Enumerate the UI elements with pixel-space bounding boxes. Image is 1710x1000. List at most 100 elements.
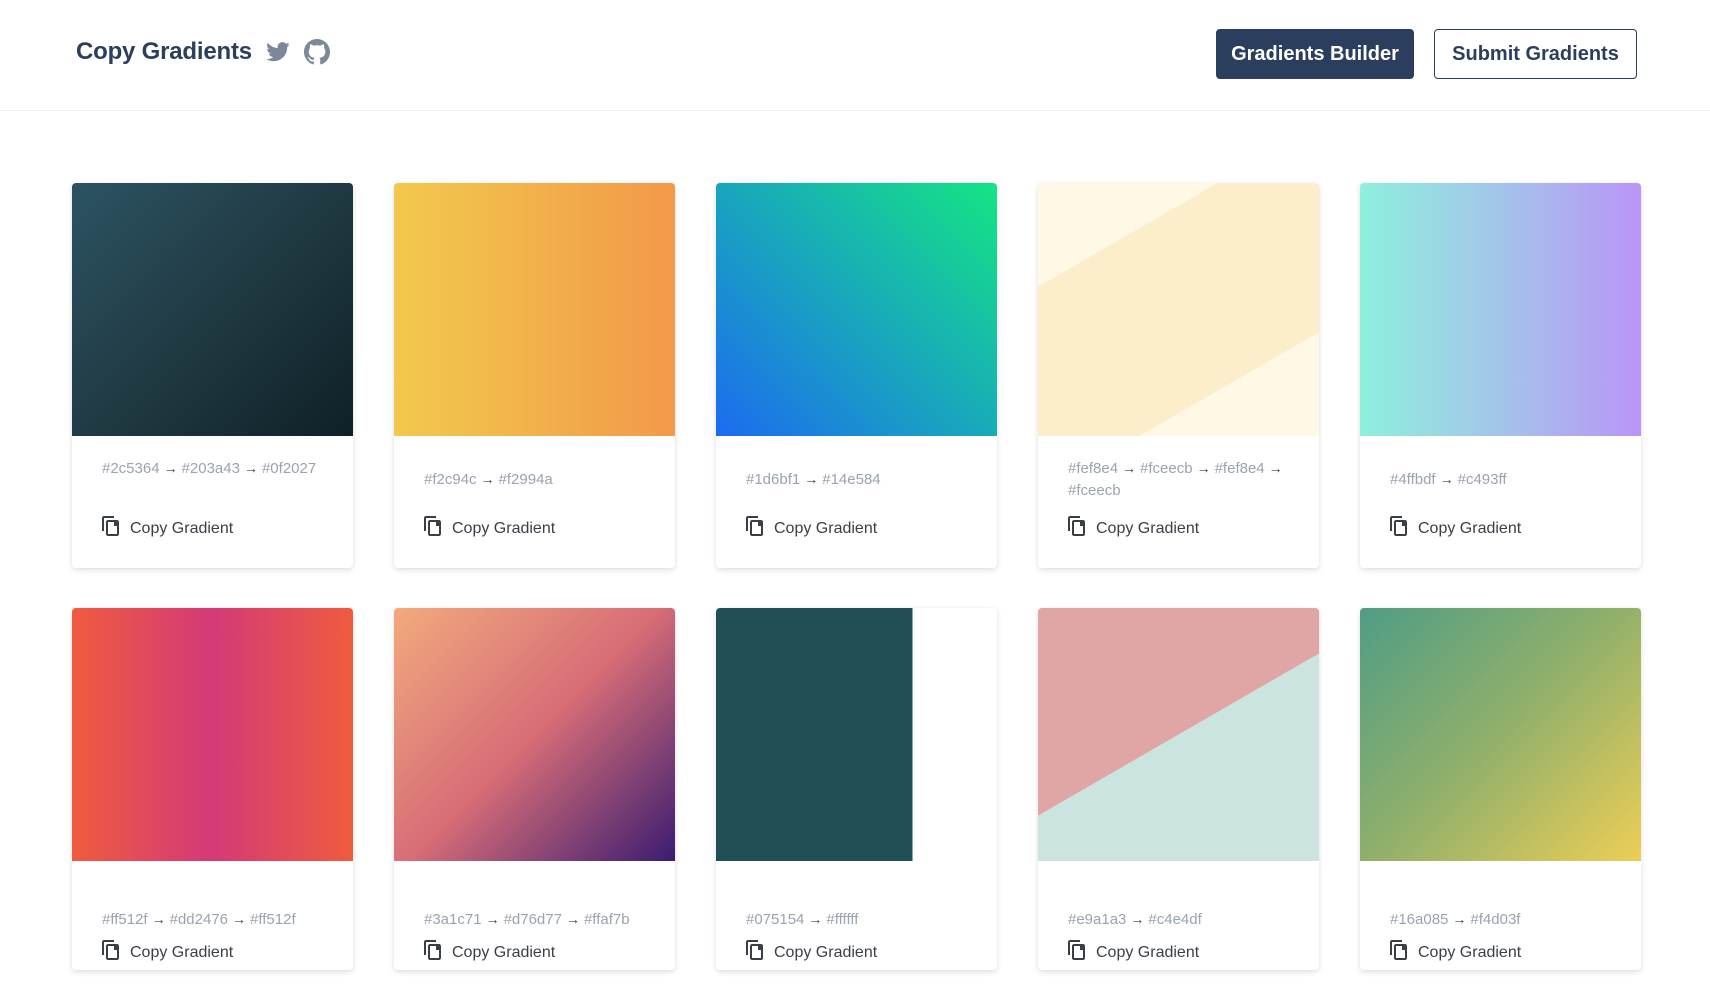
color-code: #d76d77 bbox=[503, 911, 562, 928]
color-code: #075154 bbox=[746, 911, 805, 928]
gradient-preview[interactable] bbox=[1038, 608, 1319, 861]
gradient-card-body: #2c5364 → #203a43 → #0f2027 Copy Gradient bbox=[72, 183, 353, 568]
gradient-card-body: #ff512f → #dd2476 → #ff512f Copy Gradient bbox=[72, 608, 353, 970]
gradient-color-codes: #4ffbdf → #c493ff bbox=[1390, 468, 1621, 491]
twitter-icon[interactable] bbox=[266, 42, 290, 62]
color-code: #ff512f bbox=[102, 911, 148, 928]
copy-icon bbox=[746, 516, 764, 541]
gradient-preview[interactable] bbox=[1360, 183, 1641, 436]
copy-gradient-button[interactable]: Copy Gradient bbox=[424, 940, 555, 965]
color-code: #c4e4df bbox=[1148, 911, 1202, 928]
color-code: #0f2027 bbox=[261, 460, 317, 477]
arrow-right-icon: → bbox=[232, 911, 247, 927]
copy-icon bbox=[1068, 940, 1086, 965]
color-code: #f2c94c bbox=[424, 471, 477, 488]
color-code: #1d6bf1 bbox=[746, 471, 801, 488]
copy-gradient-label: Copy Gradient bbox=[1418, 519, 1522, 537]
copy-gradient-button[interactable]: Copy Gradient bbox=[102, 516, 233, 541]
color-code: #dd2476 bbox=[169, 911, 229, 928]
gradient-card: #e9a1a3 → #c4e4df Copy Gradient bbox=[1038, 608, 1319, 993]
gradient-card: #4ffbdf → #c493ff Copy Gradient bbox=[1360, 183, 1641, 568]
color-code: #ffffff bbox=[826, 911, 859, 928]
copy-gradient-label: Copy Gradient bbox=[774, 519, 878, 537]
gradient-card-body: #f2c94c → #f2994a Copy Gradient bbox=[394, 183, 675, 568]
copy-gradient-label: Copy Gradient bbox=[774, 943, 878, 961]
arrow-right-icon: → bbox=[485, 911, 500, 927]
color-code: #ff512f bbox=[250, 911, 296, 928]
arrow-right-icon: → bbox=[1122, 460, 1137, 476]
gradient-color-codes: #fef8e4 → #fceecb → #fef8e4 →#fceecb bbox=[1068, 457, 1299, 502]
copy-gradient-button[interactable]: Copy Gradient bbox=[1068, 516, 1199, 541]
gradient-card-body: #e9a1a3 → #c4e4df Copy Gradient bbox=[1038, 608, 1319, 970]
copy-gradient-label: Copy Gradient bbox=[1418, 943, 1522, 961]
copy-icon bbox=[1068, 516, 1086, 541]
brand: Copy Gradients bbox=[76, 38, 330, 66]
copy-gradient-label: Copy Gradient bbox=[452, 943, 556, 961]
arrow-right-icon: → bbox=[565, 911, 580, 927]
color-code: #2c5364 bbox=[102, 460, 160, 477]
site-title[interactable]: Copy Gradients bbox=[76, 38, 252, 66]
github-icon[interactable] bbox=[303, 39, 330, 65]
color-code: #203a43 bbox=[181, 460, 240, 477]
gradient-card-body: #3a1c71 → #d76d77 → #ffaf7b Copy Gradient bbox=[394, 608, 675, 970]
color-code: #fceecb bbox=[1140, 460, 1193, 477]
arrow-right-icon: → bbox=[1439, 471, 1454, 487]
gradient-color-codes: #f2c94c → #f2994a bbox=[424, 468, 655, 491]
color-code: #16a085 bbox=[1390, 911, 1449, 928]
gradient-card: #2c5364 → #203a43 → #0f2027 Copy Gradient bbox=[72, 183, 353, 568]
copy-gradient-label: Copy Gradient bbox=[1096, 519, 1200, 537]
gradient-card: #ff512f → #dd2476 → #ff512f Copy Gradient bbox=[72, 608, 353, 993]
color-code: #fef8e4 bbox=[1068, 460, 1119, 477]
color-code: #fef8e4 bbox=[1214, 460, 1265, 477]
gradients-builder-button[interactable]: Gradients Builder bbox=[1216, 29, 1414, 79]
arrow-right-icon: → bbox=[480, 471, 495, 487]
gradient-card: #16a085 → #f4d03f Copy Gradient bbox=[1360, 608, 1641, 993]
arrow-right-icon: → bbox=[1196, 460, 1211, 476]
copy-gradient-label: Copy Gradient bbox=[452, 519, 556, 537]
gradient-color-codes: #2c5364 → #203a43 → #0f2027 bbox=[102, 457, 333, 480]
gradient-color-codes: #1d6bf1 → #14e584 bbox=[746, 468, 977, 491]
gradient-card-body: #16a085 → #f4d03f Copy Gradient bbox=[1360, 608, 1641, 970]
gradient-color-codes: #075154 → #ffffff bbox=[746, 908, 977, 931]
copy-gradient-button[interactable]: Copy Gradient bbox=[1390, 940, 1521, 965]
gradient-card-body: #4ffbdf → #c493ff Copy Gradient bbox=[1360, 183, 1641, 568]
copy-icon bbox=[102, 940, 120, 965]
copy-gradient-label: Copy Gradient bbox=[130, 943, 234, 961]
copy-gradient-button[interactable]: Copy Gradient bbox=[746, 516, 877, 541]
gradient-preview[interactable] bbox=[716, 183, 997, 436]
gradient-card-body: #1d6bf1 → #14e584 Copy Gradient bbox=[716, 183, 997, 568]
color-code: #3a1c71 bbox=[424, 911, 482, 928]
gradient-grid: #2c5364 → #203a43 → #0f2027 Copy Gradient #f2c… bbox=[72, 183, 1641, 993]
arrow-right-icon: → bbox=[1452, 911, 1467, 927]
copy-icon bbox=[102, 516, 120, 541]
arrow-right-icon: → bbox=[1268, 460, 1283, 476]
gradient-preview[interactable] bbox=[1360, 608, 1641, 861]
gradient-preview[interactable] bbox=[394, 183, 675, 436]
copy-gradient-button[interactable]: Copy Gradient bbox=[102, 940, 233, 965]
color-code: #14e584 bbox=[822, 471, 881, 488]
gradient-preview[interactable] bbox=[72, 608, 353, 861]
copy-gradient-button[interactable]: Copy Gradient bbox=[1390, 516, 1521, 541]
arrow-right-icon: → bbox=[808, 911, 823, 927]
submit-gradients-button[interactable]: Submit Gradients bbox=[1434, 29, 1637, 79]
gradient-preview[interactable] bbox=[72, 183, 353, 436]
copy-gradient-label: Copy Gradient bbox=[130, 519, 234, 537]
copy-icon bbox=[424, 940, 442, 965]
arrow-right-icon: → bbox=[243, 460, 258, 476]
color-code: #f4d03f bbox=[1470, 911, 1521, 928]
gradient-color-codes: #3a1c71 → #d76d77 → #ffaf7b bbox=[424, 908, 655, 931]
copy-gradient-button[interactable]: Copy Gradient bbox=[424, 516, 555, 541]
gradient-preview[interactable] bbox=[716, 608, 997, 861]
copy-gradient-button[interactable]: Copy Gradient bbox=[1068, 940, 1199, 965]
arrow-right-icon: → bbox=[163, 460, 178, 476]
color-code: #e9a1a3 bbox=[1068, 911, 1127, 928]
copy-icon bbox=[746, 940, 764, 965]
gradient-color-codes: #ff512f → #dd2476 → #ff512f bbox=[102, 908, 333, 931]
gradient-preview[interactable] bbox=[394, 608, 675, 861]
arrow-right-icon: → bbox=[151, 911, 166, 927]
color-code: #f2994a bbox=[498, 471, 553, 488]
gradient-preview[interactable] bbox=[1038, 183, 1319, 436]
copy-icon bbox=[1390, 940, 1408, 965]
copy-gradient-button[interactable]: Copy Gradient bbox=[746, 940, 877, 965]
color-code: #c493ff bbox=[1457, 471, 1507, 488]
